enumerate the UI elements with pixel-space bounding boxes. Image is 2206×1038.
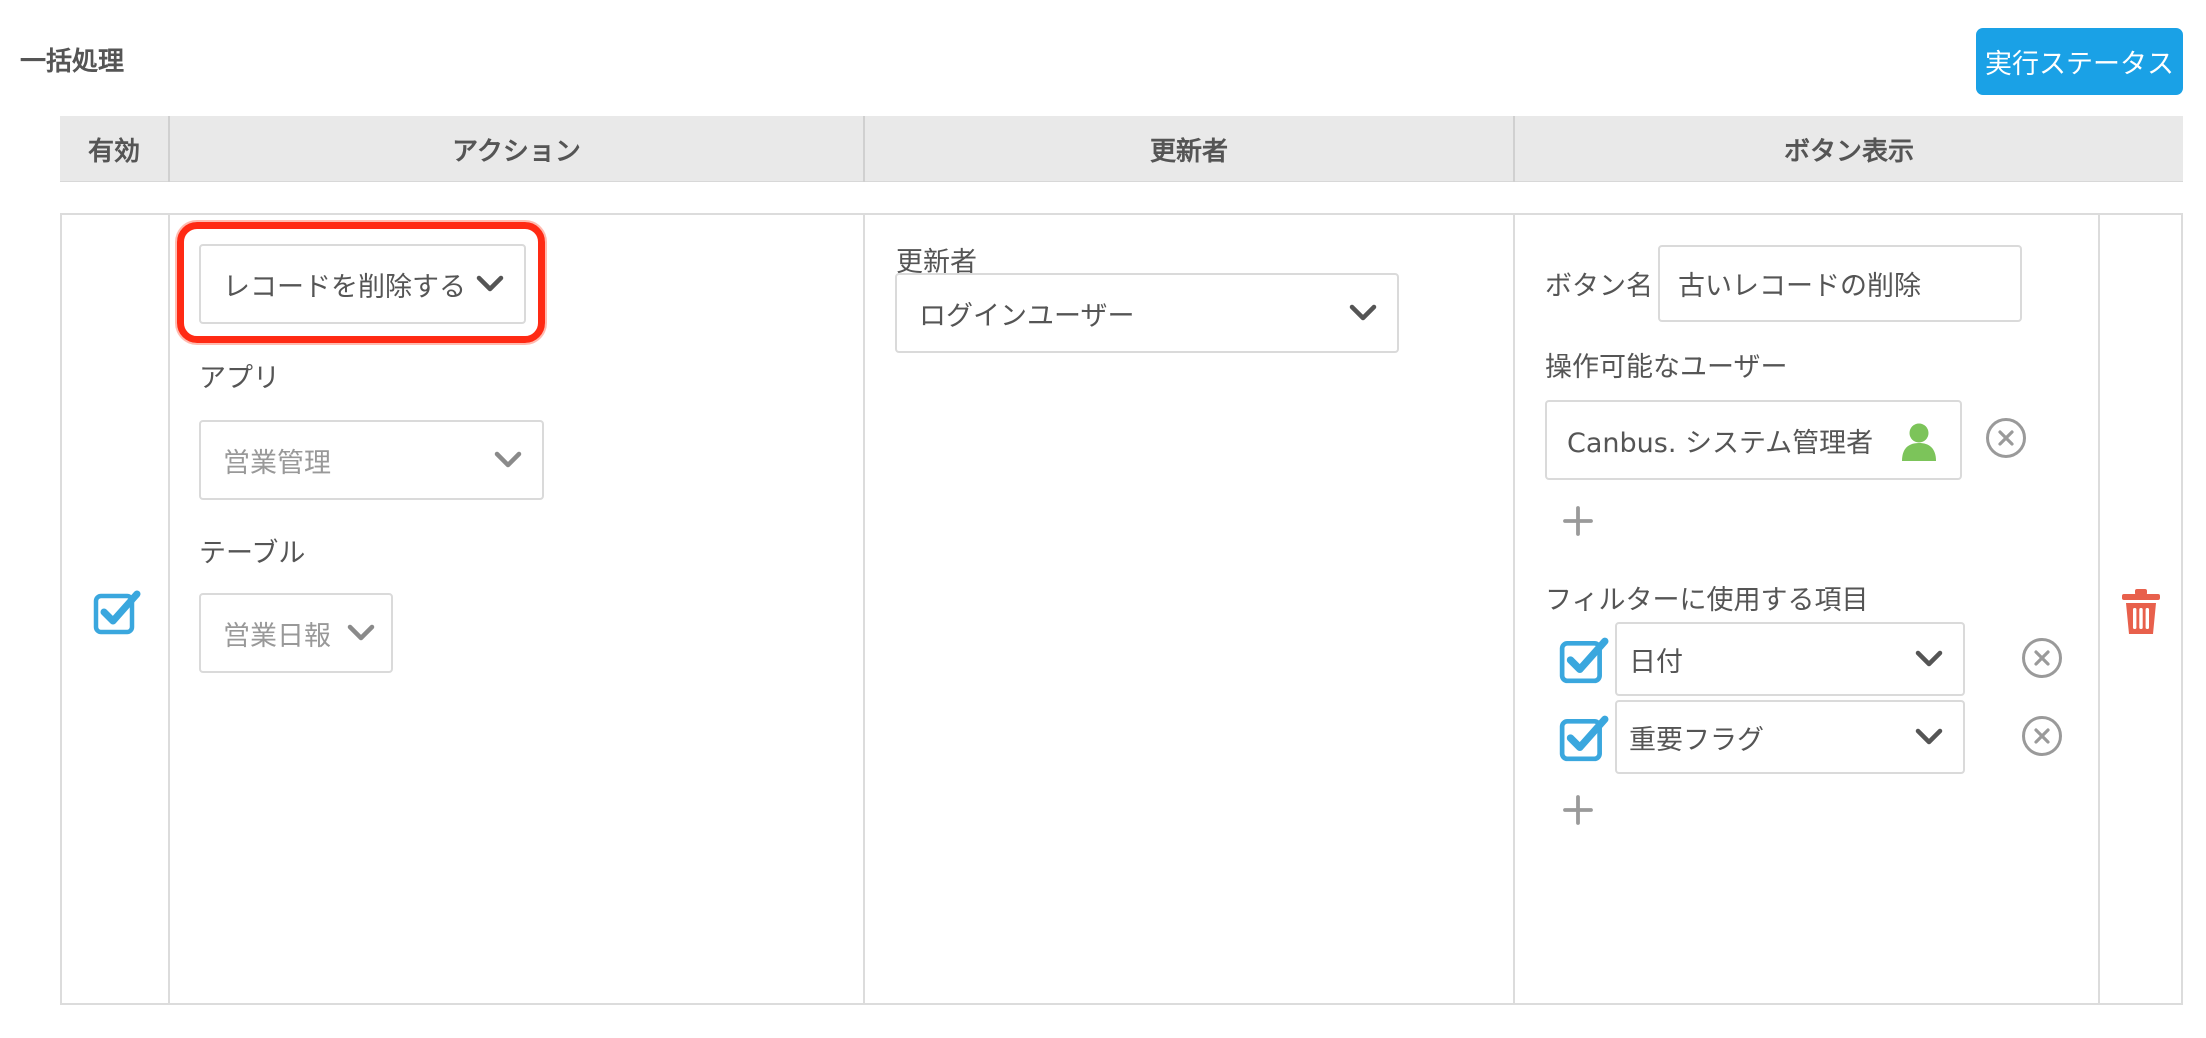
filter-checkbox[interactable] — [1559, 636, 1609, 684]
column-divider — [2098, 215, 2100, 1003]
close-icon — [2034, 728, 2050, 744]
operable-user-field[interactable]: Canbus. システム管理者 — [1545, 400, 1962, 480]
table-label: テーブル — [199, 538, 306, 569]
remove-filter-button[interactable] — [2022, 638, 2062, 678]
action-select[interactable]: レコードを削除する — [199, 244, 526, 324]
add-user-button[interactable] — [1562, 505, 1594, 537]
plus-icon — [1563, 506, 1593, 536]
table-header: 有効 アクション 更新者 ボタン表示 — [60, 116, 2183, 182]
operable-users-label: 操作可能なユーザー — [1545, 352, 1788, 383]
filter-fields-label: フィルターに使用する項目 — [1545, 585, 1869, 616]
app-label: アプリ — [199, 363, 280, 394]
close-icon — [2034, 650, 2050, 666]
header-updater: 更新者 — [863, 116, 1513, 182]
column-divider — [863, 215, 865, 1003]
chevron-down-icon — [1915, 650, 1943, 667]
button-name-label: ボタン名 — [1545, 271, 1653, 302]
filter-field-value: 日付 — [1629, 646, 1683, 678]
checkbox-checked-icon — [1559, 715, 1609, 762]
plus-icon — [1563, 795, 1593, 825]
user-icon — [1902, 423, 1936, 461]
add-filter-button[interactable] — [1562, 794, 1594, 826]
updater-select-value: ログインユーザー — [919, 300, 1135, 332]
filter-field-select[interactable]: 日付 — [1615, 622, 1965, 696]
column-divider — [168, 215, 170, 1003]
button-name-input[interactable]: 古いレコードの削除 — [1658, 245, 2022, 322]
remove-filter-button[interactable] — [2022, 716, 2062, 756]
chevron-down-icon — [1915, 728, 1943, 745]
filter-checkbox[interactable] — [1559, 714, 1609, 762]
trash-icon — [2122, 589, 2160, 634]
header-button-display: ボタン表示 — [1513, 116, 2183, 182]
execution-status-button[interactable]: 実行ステータス — [1976, 28, 2183, 95]
table-select[interactable]: 営業日報 — [199, 593, 393, 673]
app-select[interactable]: 営業管理 — [199, 420, 544, 500]
filter-field-value: 重要フラグ — [1629, 724, 1764, 756]
column-divider — [1513, 215, 1515, 1003]
chevron-down-icon — [347, 624, 375, 641]
checkbox-checked-icon — [1559, 637, 1609, 684]
close-icon — [1998, 430, 2014, 446]
chevron-down-icon — [476, 275, 504, 292]
header-action: アクション — [168, 116, 863, 182]
enabled-checkbox[interactable] — [93, 589, 141, 635]
checkbox-checked-icon — [93, 590, 141, 635]
delete-row-button[interactable] — [2121, 588, 2161, 636]
filter-field-select[interactable]: 重要フラグ — [1615, 700, 1965, 774]
updater-select[interactable]: ログインユーザー — [895, 273, 1399, 353]
page-title: 一括処理 — [20, 47, 125, 77]
operable-user-name: Canbus. システム管理者 — [1567, 427, 1874, 459]
chevron-down-icon — [1349, 304, 1377, 321]
remove-user-button[interactable] — [1986, 418, 2026, 458]
header-enabled: 有効 — [87, 136, 140, 167]
chevron-down-icon — [494, 451, 522, 468]
